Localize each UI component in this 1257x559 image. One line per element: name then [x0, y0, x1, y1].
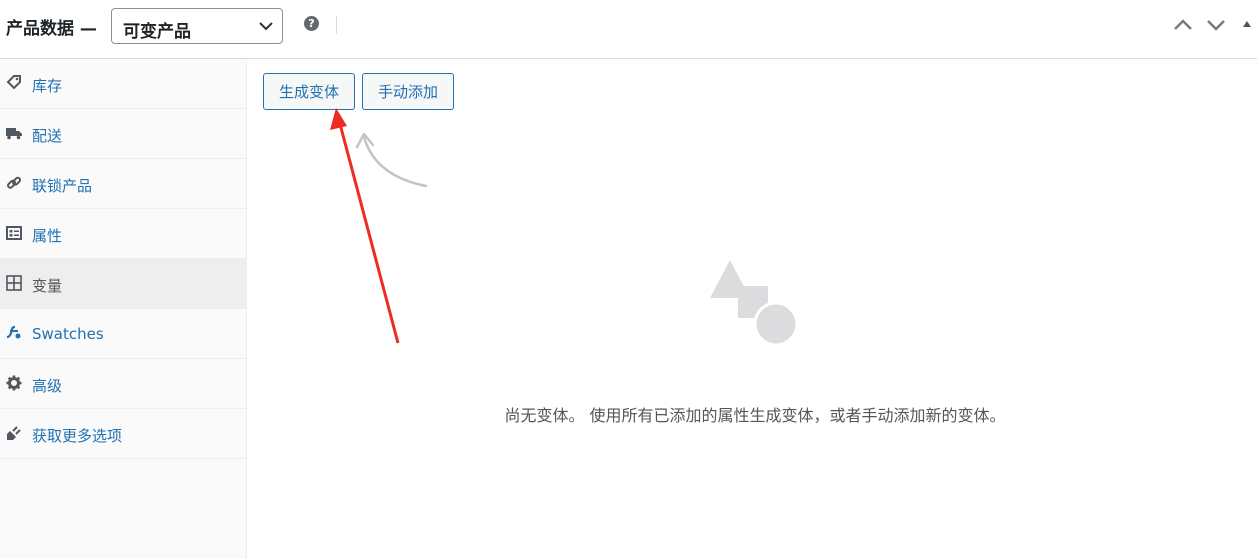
collapse-toggle-icon[interactable] — [1242, 20, 1252, 28]
hint-curved-arrow-icon — [355, 132, 428, 188]
tag-icon — [6, 75, 21, 90]
add-manually-button[interactable]: 手动添加 — [362, 73, 454, 110]
header-divider — [336, 16, 337, 34]
list-card-icon — [6, 226, 22, 240]
tab-get-more-options[interactable]: 获取更多选项 — [0, 409, 246, 459]
tab-advanced[interactable]: 高级 — [0, 359, 246, 409]
panel-title: 产品数据 — — [6, 19, 97, 39]
tab-inventory[interactable]: 库存 — [0, 59, 246, 109]
tab-label: 配送 — [32, 127, 63, 145]
tab-label: 变量 — [32, 277, 63, 295]
truck-icon — [6, 128, 22, 140]
tab-label: 高级 — [32, 377, 63, 395]
move-up-icon[interactable] — [1173, 18, 1193, 32]
gear-icon — [6, 375, 22, 391]
tab-shipping[interactable]: 配送 — [0, 109, 246, 159]
plugin-icon — [7, 426, 21, 440]
tab-label: 获取更多选项 — [32, 427, 123, 445]
product-type-value: 可变产品 — [123, 22, 191, 42]
product-type-select[interactable]: 可变产品 — [111, 8, 283, 44]
move-down-icon[interactable] — [1206, 18, 1226, 32]
product-data-tabs: 库存 配送 联锁产品 属性 变量 Swatches 高级 获取更多选项 — [0, 59, 247, 559]
generate-variations-button[interactable]: 生成变体 — [263, 73, 355, 110]
tab-label: 联锁产品 — [32, 177, 93, 195]
chevron-down-icon — [259, 22, 273, 31]
red-pointer-arrow-icon — [330, 108, 400, 344]
empty-state-message: 尚无变体。 使用所有已添加的属性生成变体，或者手动添加新的变体。 — [504, 406, 1006, 425]
question-circle-icon[interactable]: ? — [304, 16, 319, 31]
link-icon — [7, 176, 22, 189]
tab-variations[interactable]: 变量 — [0, 259, 246, 309]
tab-label: Swatches — [32, 325, 104, 343]
tab-label: 属性 — [32, 227, 63, 245]
tab-swatches[interactable]: Swatches — [0, 309, 246, 359]
shapes-icon — [710, 260, 799, 347]
product-data-header: 产品数据 — 可变产品 ? — [0, 0, 1257, 59]
tab-label: 库存 — [32, 77, 63, 95]
swatches-icon — [6, 325, 21, 339]
tab-attributes[interactable]: 属性 — [0, 209, 246, 259]
grid-icon — [6, 275, 22, 291]
tab-linked-products[interactable]: 联锁产品 — [0, 159, 246, 209]
